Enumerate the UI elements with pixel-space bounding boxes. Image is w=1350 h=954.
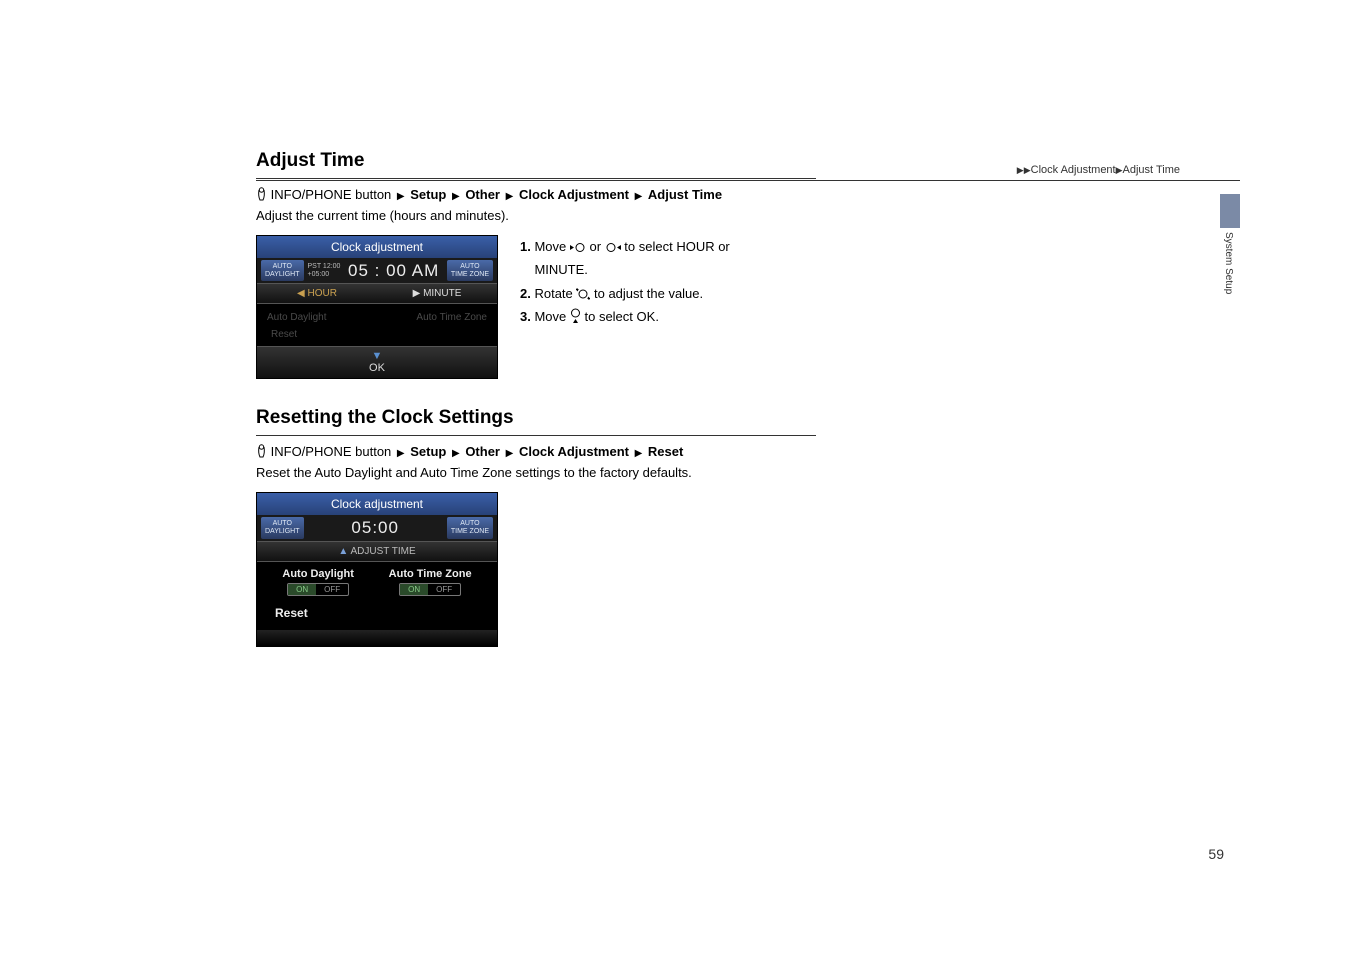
nav-item: Setup: [410, 187, 446, 202]
section-title-adjust-time: Adjust Time: [256, 150, 1240, 172]
nav-item: Setup: [410, 444, 446, 459]
nav-prefix: INFO/PHONE button: [271, 444, 392, 459]
minute-text: MINUTE: [534, 262, 584, 277]
section-title-reset: Resetting the Clock Settings: [256, 407, 1240, 429]
move-left-icon: [570, 242, 586, 253]
nav-arrow-icon: ▶: [397, 448, 405, 459]
rotate-icon: [576, 288, 590, 300]
dim-reset: Reset: [257, 327, 497, 346]
nav-item: Clock Adjustment: [519, 444, 629, 459]
auto-timezone-tag: AUTO TIME ZONE: [447, 517, 493, 538]
sc-title: Clock adjustment: [257, 236, 497, 258]
section-description: Reset the Auto Daylight and Auto Time Zo…: [256, 465, 1240, 480]
ok-text: OK: [637, 309, 656, 324]
down-arrow-icon: ▼: [372, 350, 383, 362]
option-label: Auto Time Zone: [389, 568, 472, 580]
option-label: Auto Daylight: [282, 568, 354, 580]
step-number: 1.: [520, 239, 531, 254]
steps-list: 1. Move or to select HOUR or MINUTE. 2. …: [520, 235, 1240, 379]
nav-item: Other: [465, 444, 500, 459]
section-rule: [256, 435, 816, 436]
auto-daylight-option: Auto Daylight ONOFF: [282, 568, 354, 596]
nav-item: Clock Adjustment: [519, 187, 629, 202]
dim-options: Auto Daylight Auto Time Zone: [257, 304, 497, 327]
screenshot-footer: [257, 630, 497, 646]
reset-option: Reset: [257, 598, 497, 630]
step-2: 2. Rotate to adjust the value.: [520, 282, 1240, 305]
time-display: 05:00: [304, 518, 447, 538]
section-description: Adjust the current time (hours and minut…: [256, 208, 1240, 223]
nav-path: INFO/PHONE button ▶ Setup ▶ Other ▶ Cloc…: [256, 187, 1240, 202]
time-display: 05 : 00 AM: [340, 261, 446, 281]
on-off-toggle: ONOFF: [399, 583, 461, 596]
page-number: 59: [1208, 846, 1224, 862]
step-3: 3. Move to select OK.: [520, 305, 1240, 328]
dim-auto-daylight: Auto Daylight: [267, 312, 326, 323]
auto-daylight-tag: AUTO DAYLIGHT: [261, 517, 304, 538]
auto-timezone-option: Auto Time Zone ONOFF: [389, 568, 472, 596]
nav-arrow-icon: ▶: [635, 191, 643, 202]
nav-arrow-icon: ▶: [506, 448, 514, 459]
ok-label: OK: [369, 362, 385, 374]
nav-item: Adjust Time: [648, 187, 722, 202]
clock-adjustment-screenshot-2: Clock adjustment AUTO DAYLIGHT 05:00 AUT…: [256, 492, 498, 646]
options-row: Auto Daylight ONOFF Auto Time Zone ONOFF: [257, 562, 497, 598]
step-number: 3.: [520, 309, 531, 324]
up-arrow-icon: ▲: [338, 546, 348, 557]
nav-arrow-icon: ▶: [397, 191, 405, 202]
section-rule: [256, 178, 816, 179]
on-off-toggle: ONOFF: [287, 583, 349, 596]
auto-daylight-tag: AUTO DAYLIGHT: [261, 260, 304, 281]
minute-selector: ▶ MINUTE: [377, 284, 497, 303]
ok-footer: ▼ OK: [257, 346, 497, 378]
nav-arrow-icon: ▶: [506, 191, 514, 202]
nav-arrow-icon: ▶: [452, 448, 460, 459]
move-right-icon: [605, 242, 621, 253]
joystick-icon: [256, 187, 267, 201]
nav-prefix: INFO/PHONE button: [271, 187, 392, 202]
auto-timezone-tag: AUTO TIME ZONE: [447, 260, 493, 281]
pst-label: PST 12:00 +05:00: [308, 263, 341, 278]
hour-text: HOUR: [676, 239, 714, 254]
dim-auto-timezone: Auto Time Zone: [416, 312, 487, 323]
nav-arrow-icon: ▶: [635, 448, 643, 459]
move-down-icon: [570, 308, 581, 323]
hour-minute-row: ◀ HOUR ▶ MINUTE: [257, 283, 497, 304]
hour-selector: ◀ HOUR: [257, 284, 377, 303]
clock-adjustment-screenshot-1: Clock adjustment AUTO DAYLIGHT PST 12:00…: [256, 235, 498, 379]
step-1: 1. Move or to select HOUR or MINUTE.: [520, 235, 1240, 282]
nav-item: Reset: [648, 444, 683, 459]
sc-title: Clock adjustment: [257, 493, 497, 515]
adjust-time-row: ▲ ADJUST TIME: [257, 541, 497, 562]
nav-item: Other: [465, 187, 500, 202]
joystick-icon: [256, 444, 267, 458]
nav-path: INFO/PHONE button ▶ Setup ▶ Other ▶ Cloc…: [256, 444, 1240, 459]
step-number: 2.: [520, 286, 531, 301]
nav-arrow-icon: ▶: [452, 191, 460, 202]
